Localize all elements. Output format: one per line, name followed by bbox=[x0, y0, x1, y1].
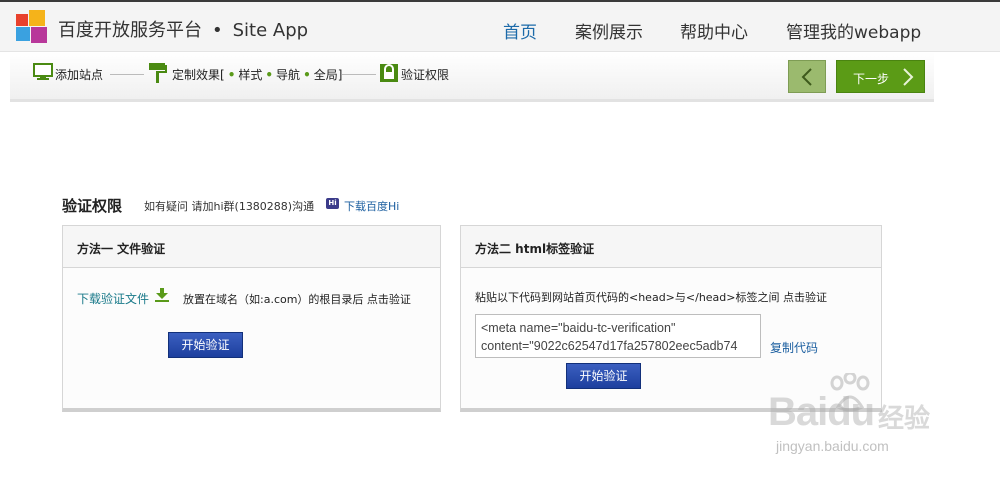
chevron-right-icon bbox=[903, 68, 914, 86]
method2-body: 粘贴以下代码到网站首页代码的<head>与</head>标签之间 点击验证 <m… bbox=[461, 268, 881, 408]
watermark-cn: 经验 bbox=[878, 404, 931, 434]
page-title: 验证权限 bbox=[62, 197, 123, 215]
nav-help[interactable]: 帮助中心 bbox=[680, 18, 748, 43]
next-step-button[interactable]: 下一步 bbox=[836, 60, 925, 93]
brand-cn: 百度开放服务平台 bbox=[58, 20, 202, 41]
step2-prefix: 定制效果[ bbox=[172, 68, 225, 82]
method2-header: 方法二 html标签验证 bbox=[461, 226, 881, 268]
step2-suffix: ] bbox=[337, 68, 343, 82]
next-step-label: 下一步 bbox=[853, 72, 890, 86]
watermark-brand: Baidu bbox=[768, 390, 875, 434]
code-line-2: content="9022c62547d17fa257802eec5adb74 bbox=[481, 339, 738, 353]
paint-roller-icon bbox=[149, 63, 167, 83]
download-icon[interactable] bbox=[155, 288, 169, 302]
baidu-hi-icon[interactable]: Hi bbox=[326, 198, 339, 209]
brand-separator: • bbox=[212, 20, 223, 41]
nav-home[interactable]: 首页 bbox=[503, 18, 537, 43]
method1-panel: 方法一 文件验证 下载验证文件 放置在域名（如:a.com）的根目录后 点击验证… bbox=[62, 225, 441, 412]
method1-title: 方法一 文件验证 bbox=[77, 242, 166, 256]
nav-cases[interactable]: 案例展示 bbox=[575, 18, 643, 43]
step-connector bbox=[342, 74, 376, 75]
method2-instruction: 粘贴以下代码到网站首页代码的<head>与</head>标签之间 点击验证 bbox=[475, 291, 827, 304]
download-verify-file-link[interactable]: 下载验证文件 bbox=[77, 290, 149, 307]
monitor-icon bbox=[33, 63, 53, 80]
step-verify: 验证权限 bbox=[401, 68, 450, 82]
lock-icon bbox=[380, 64, 398, 82]
step2-global: 全局 bbox=[313, 68, 338, 82]
method2-title: 方法二 html标签验证 bbox=[475, 242, 595, 256]
method1-start-verify-button[interactable]: 开始验证 bbox=[168, 332, 243, 358]
watermark-url: jingyan.baidu.com bbox=[776, 438, 889, 454]
step2-style: 样式 bbox=[238, 68, 263, 82]
baidu-open-logo-icon[interactable] bbox=[16, 10, 48, 44]
method1-header: 方法一 文件验证 bbox=[63, 226, 440, 268]
brand-en: Site App bbox=[232, 20, 309, 41]
step-bar: 添加站点 定制效果[• 样式 • 导航 • 全局] 验证权限 下一步 bbox=[10, 52, 934, 102]
step2-nav: 导航 bbox=[276, 68, 301, 82]
download-baidu-hi-link[interactable]: 下载百度Hi bbox=[344, 198, 399, 214]
method2-panel: 方法二 html标签验证 粘贴以下代码到网站首页代码的<head>与</head… bbox=[460, 225, 882, 412]
previous-button[interactable] bbox=[788, 60, 826, 93]
site-brand[interactable]: 百度开放服务平台 • Site App bbox=[58, 16, 308, 42]
verification-code-box[interactable]: <meta name="baidu-tc-verification" conte… bbox=[475, 314, 761, 358]
step-add-site: 添加站点 bbox=[55, 68, 104, 82]
copy-code-link[interactable]: 复制代码 bbox=[770, 339, 818, 356]
top-header: 百度开放服务平台 • Site App 首页 案例展示 帮助中心 管理我的webap… bbox=[0, 0, 1000, 52]
method1-instruction: 放置在域名（如:a.com）的根目录后 点击验证 bbox=[183, 293, 411, 306]
help-hint: 如有疑问 请加hi群(1380288)沟通 bbox=[144, 200, 315, 213]
method2-start-verify-button[interactable]: 开始验证 bbox=[566, 363, 641, 389]
step-customize: 定制效果[• 样式 • 导航 • 全局] bbox=[172, 68, 343, 82]
nav-manage-webapp[interactable]: 管理我的webapp bbox=[786, 18, 921, 43]
method1-body: 下载验证文件 放置在域名（如:a.com）的根目录后 点击验证 开始验证 bbox=[63, 268, 440, 408]
code-line-1: <meta name="baidu-tc-verification" bbox=[481, 321, 676, 335]
chevron-left-icon bbox=[801, 68, 812, 86]
step-connector bbox=[110, 74, 144, 75]
